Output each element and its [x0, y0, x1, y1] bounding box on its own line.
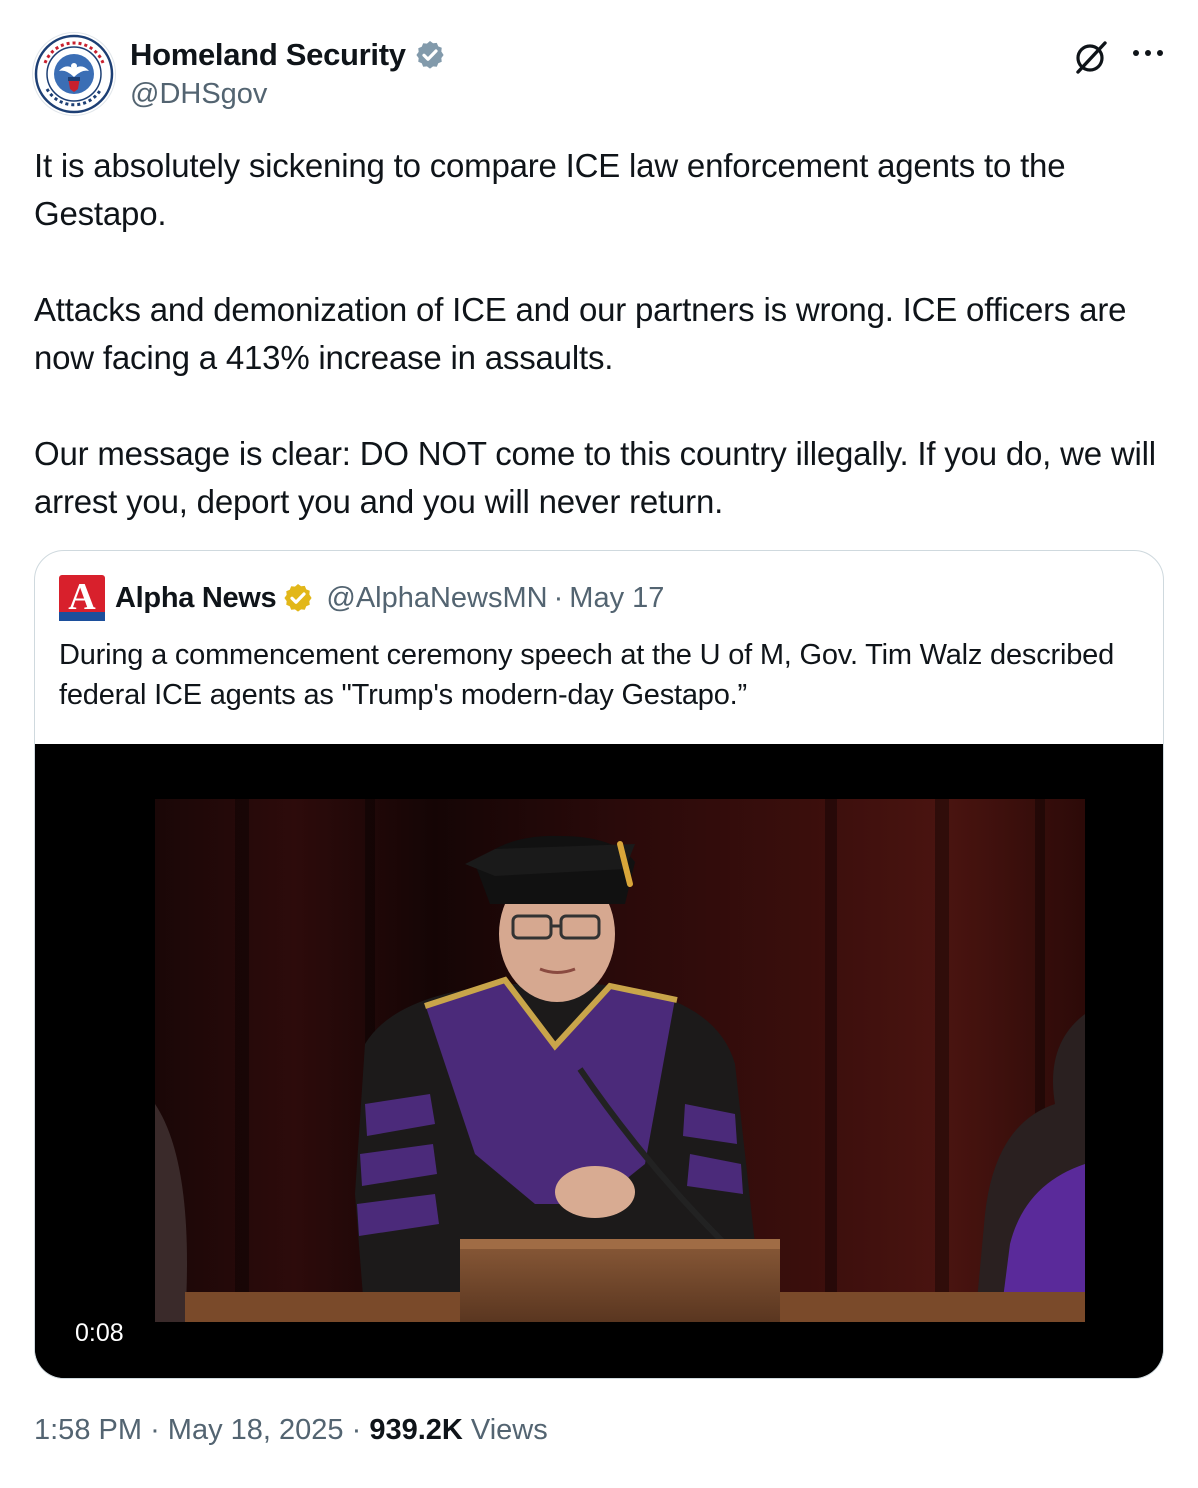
tweet-time[interactable]: 1:58 PM — [34, 1414, 142, 1446]
author-block: Homeland Security @DHSgov — [130, 36, 446, 111]
avatar[interactable] — [32, 32, 116, 116]
quote-author-handle[interactable]: @AlphaNewsMN — [326, 582, 547, 615]
views-count[interactable]: 939.2K — [369, 1414, 463, 1446]
quote-header: A Alpha News @AlphaNewsMN · May 17 — [59, 575, 664, 621]
tweet-meta: 1:58 PM · May 18, 2025 · 939.2K Views — [34, 1414, 548, 1447]
dhs-seal-icon — [34, 34, 114, 114]
video-player[interactable]: 0:08 — [35, 744, 1163, 1378]
gold-verified-badge-icon[interactable] — [282, 582, 314, 614]
alpha-news-logo-letter: A — [68, 576, 96, 618]
verified-badge-icon[interactable] — [414, 39, 446, 71]
meta-separator: · — [351, 1414, 362, 1446]
grok-icon[interactable] — [1072, 38, 1110, 76]
quoted-tweet[interactable]: A Alpha News @AlphaNewsMN · May 17 Durin… — [34, 550, 1164, 1379]
quote-text: During a commencement ceremony speech at… — [59, 639, 1114, 711]
tweet-paragraph: It is absolutely sickening to compare IC… — [34, 147, 1066, 232]
tweet-date[interactable]: May 18, 2025 — [168, 1414, 344, 1446]
quote-separator: · — [553, 581, 564, 614]
video-frame — [35, 744, 1163, 1378]
quote-author-name[interactable]: Alpha News — [115, 582, 277, 615]
views-label[interactable]: Views — [471, 1414, 548, 1446]
tweet-text: It is absolutely sickening to compare IC… — [34, 142, 1174, 526]
author-handle[interactable]: @DHSgov — [130, 78, 446, 111]
video-timestamp: 0:08 — [63, 1315, 136, 1352]
more-options-icon[interactable] — [1128, 40, 1168, 70]
tweet: Homeland Security @DHSgov It is absolute… — [0, 0, 1198, 1488]
author-name-row: Homeland Security — [130, 36, 446, 74]
tweet-paragraph: Attacks and demonization of ICE and our … — [34, 291, 1127, 376]
tweet-paragraph: Our message is clear: DO NOT come to thi… — [34, 435, 1156, 520]
quote-date[interactable]: May 17 — [569, 582, 664, 615]
author-display-name[interactable]: Homeland Security — [130, 37, 406, 73]
alpha-news-logo-icon[interactable]: A — [59, 575, 105, 621]
meta-separator: · — [150, 1414, 160, 1446]
